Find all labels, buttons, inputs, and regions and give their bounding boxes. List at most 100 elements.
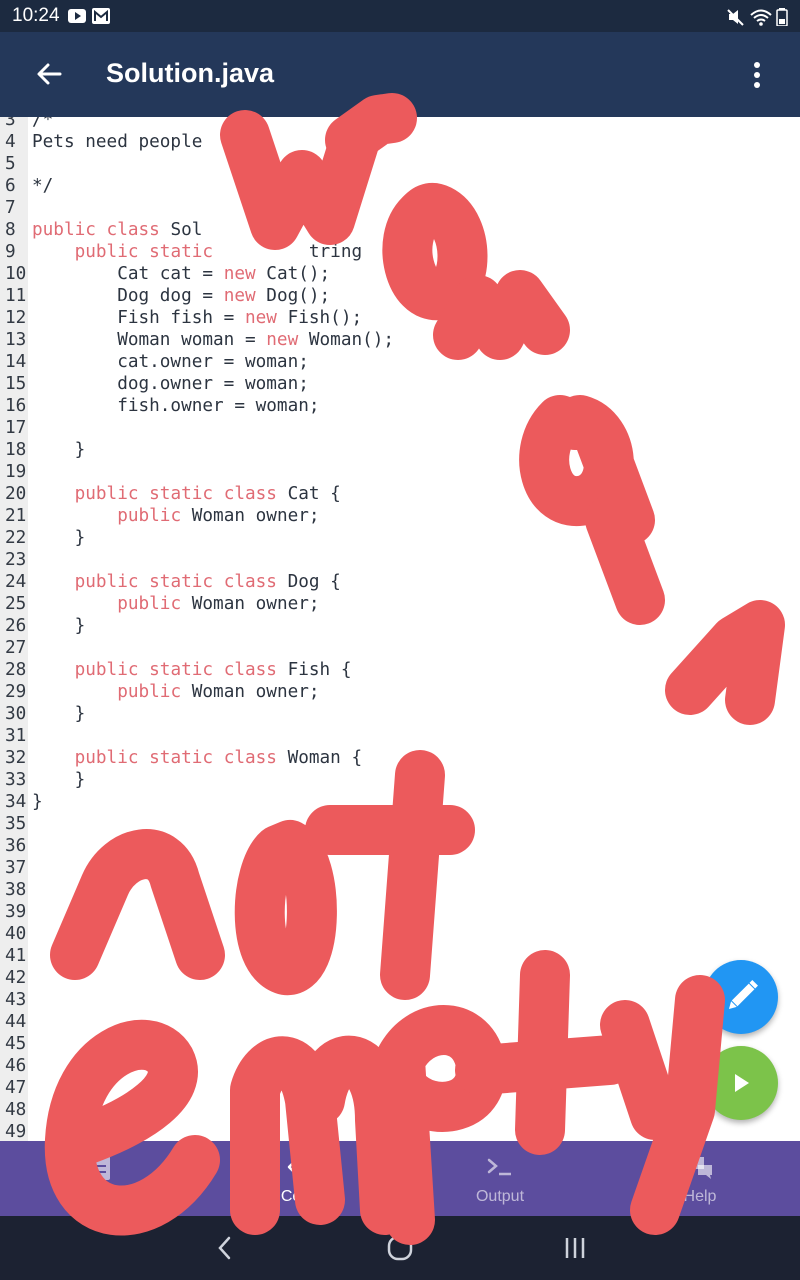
code-line: 28 public static class Fish { bbox=[0, 659, 800, 681]
line-number: 14 bbox=[5, 352, 27, 372]
keyword-token: public static bbox=[74, 242, 214, 262]
status-time: 10:24 bbox=[12, 5, 60, 26]
line-number: 33 bbox=[5, 770, 27, 790]
code-line: 6 */ bbox=[0, 175, 800, 197]
code-text: } bbox=[32, 769, 86, 791]
code-line: 17 bbox=[0, 417, 800, 439]
code-line: 39 bbox=[0, 901, 800, 923]
line-number: 42 bbox=[5, 968, 27, 988]
line-number: 15 bbox=[5, 374, 27, 394]
keyword-token: public static class bbox=[74, 572, 277, 592]
system-home-icon[interactable] bbox=[380, 1230, 420, 1266]
code-token: Sol bbox=[159, 220, 203, 240]
system-recents-icon[interactable] bbox=[555, 1230, 595, 1266]
code-token: tring ar bbox=[213, 242, 405, 262]
line-number: 23 bbox=[5, 550, 27, 570]
code-token: Woman { bbox=[276, 748, 363, 768]
gallery-notification-icon bbox=[92, 8, 110, 24]
code-token: Dog dog = bbox=[32, 286, 224, 306]
code-line: 23 bbox=[0, 549, 800, 571]
line-number: 7 bbox=[5, 198, 16, 218]
keyword-token: public static class bbox=[74, 660, 277, 680]
code-line: 21 public Woman owner; bbox=[0, 505, 800, 527]
code-text: } bbox=[32, 439, 86, 461]
system-navigation-bar bbox=[0, 1216, 800, 1280]
code-line: 49 bbox=[0, 1121, 800, 1141]
run-button[interactable] bbox=[704, 1046, 778, 1120]
code-text: } bbox=[32, 527, 86, 549]
code-line: 35 bbox=[0, 813, 800, 835]
code-token: } bbox=[32, 792, 43, 812]
code-line: 18 } bbox=[0, 439, 800, 461]
line-number: 19 bbox=[5, 462, 27, 482]
tab-label: Output bbox=[475, 1188, 525, 1205]
app-bar: Solution.java bbox=[0, 32, 800, 117]
code-token: Woman(); bbox=[298, 330, 395, 350]
code-text: public static class Fish { bbox=[32, 659, 352, 681]
bottom-navigation: Code Output Help bbox=[0, 1141, 800, 1216]
code-line: 29 public Woman owner; bbox=[0, 681, 800, 703]
code-line: 5 bbox=[0, 153, 800, 175]
line-number: 48 bbox=[5, 1100, 27, 1120]
back-arrow-icon[interactable] bbox=[30, 54, 70, 94]
line-number: 45 bbox=[5, 1034, 27, 1054]
code-text: public static class Dog { bbox=[32, 571, 341, 593]
line-number: 3 bbox=[5, 117, 16, 130]
line-number: 4 bbox=[5, 132, 16, 152]
play-icon bbox=[735, 1074, 749, 1092]
code-text: } bbox=[32, 703, 86, 725]
code-token: Dog { bbox=[276, 572, 341, 592]
code-line: 26 } bbox=[0, 615, 800, 637]
code-line: 38 bbox=[0, 879, 800, 901]
tab-output[interactable]: Output bbox=[400, 1141, 600, 1216]
code-line: 24 public static class Dog { bbox=[0, 571, 800, 593]
code-text: Fish fish = new Fish(); bbox=[32, 307, 362, 329]
tab-task[interactable] bbox=[0, 1141, 200, 1216]
line-number: 43 bbox=[5, 990, 27, 1010]
code-token: cat.owner = woman; bbox=[32, 352, 309, 372]
code-icon bbox=[287, 1159, 313, 1175]
keyword-token: new bbox=[223, 286, 256, 306]
code-line: 27 bbox=[0, 637, 800, 659]
keyword-token: public bbox=[117, 594, 182, 614]
line-number: 27 bbox=[5, 638, 27, 658]
code-line: 46 bbox=[0, 1055, 800, 1077]
edit-button[interactable] bbox=[704, 960, 778, 1034]
keyword-token: public class bbox=[32, 220, 160, 240]
clipboard-icon bbox=[90, 1154, 110, 1180]
code-line: 44 bbox=[0, 1011, 800, 1033]
line-number: 8 bbox=[5, 220, 16, 240]
code-line: 48 bbox=[0, 1099, 800, 1121]
code-token: Cat(); bbox=[255, 264, 331, 284]
line-number: 24 bbox=[5, 572, 27, 592]
code-line: 8 public class Sol bbox=[0, 219, 800, 241]
tab-help[interactable]: Help bbox=[600, 1141, 800, 1216]
line-number: 25 bbox=[5, 594, 27, 614]
code-editor[interactable]: 3 /* 4 Pets need people 5 6 */ 7 8 public class S… bbox=[0, 117, 800, 1141]
line-number: 37 bbox=[5, 858, 27, 878]
line-number: 26 bbox=[5, 616, 27, 636]
system-back-icon[interactable] bbox=[205, 1230, 245, 1266]
battery-icon bbox=[776, 8, 788, 26]
mute-icon bbox=[727, 9, 744, 26]
code-token: Cat { bbox=[276, 484, 341, 504]
code-line: 16 fish.owner = woman; bbox=[0, 395, 800, 417]
code-token: Woman owner; bbox=[181, 594, 320, 614]
code-text: public static class Woman { bbox=[32, 747, 363, 769]
tab-code[interactable]: Code bbox=[200, 1141, 400, 1216]
code-token: Woman woman = bbox=[32, 330, 267, 350]
code-line: 33 } bbox=[0, 769, 800, 791]
overflow-menu-icon[interactable] bbox=[742, 56, 772, 96]
status-bar: 10:24 bbox=[0, 0, 800, 32]
youtube-notification-icon bbox=[68, 9, 86, 23]
code-line: 20 public static class Cat { bbox=[0, 483, 800, 505]
line-number: 18 bbox=[5, 440, 27, 460]
code-token: Fish(); bbox=[276, 308, 363, 328]
code-line: 42 bbox=[0, 967, 800, 989]
line-number: 9 bbox=[5, 242, 16, 262]
